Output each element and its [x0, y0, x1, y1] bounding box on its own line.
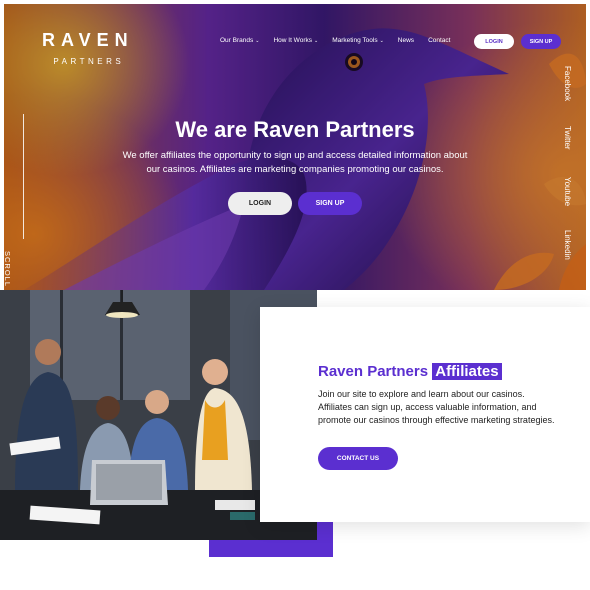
social-twitter-link[interactable]: Twitter: [563, 126, 572, 150]
affiliates-title: Raven Partners Affiliates: [318, 363, 502, 380]
chevron-down-icon: ⌄: [379, 37, 384, 44]
affiliates-title-main: Raven Partners: [318, 363, 429, 380]
nav-label: Contact: [428, 37, 451, 44]
nav-marketing-tools[interactable]: Marketing Tools ⌄: [332, 37, 384, 44]
chevron-down-icon: ⌄: [313, 37, 319, 44]
scroll-label[interactable]: SCROLL: [4, 251, 12, 290]
nav-label: Marketing Tools: [332, 37, 378, 44]
social-linkedin-link[interactable]: Linkedin: [563, 230, 572, 260]
nav-label: How It Works: [273, 37, 312, 44]
nav-how-it-works[interactable]: How It Works ⌄: [273, 37, 318, 44]
nav-our-brands[interactable]: Our Brands ⌄: [220, 37, 259, 44]
social-youtube-link[interactable]: Youtube: [563, 177, 572, 206]
main-nav: Our Brands ⌄ How It Works ⌄ Marketing To…: [220, 37, 450, 44]
hero-description: We offer affiliates the opportunity to s…: [122, 150, 468, 175]
nav-label: Our Brands: [220, 37, 254, 44]
hero-signup-button[interactable]: SIGN UP: [298, 192, 362, 215]
affiliates-title-highlight: Affiliates: [432, 363, 502, 380]
nav-news[interactable]: News: [398, 37, 414, 44]
scroll-indicator-line: [23, 114, 24, 239]
logo[interactable]: RAVEN PARTNERS: [42, 30, 134, 66]
logo-subtitle: PARTNERS: [53, 57, 125, 66]
affiliates-card: Raven Partners Affiliates Join our site …: [260, 307, 590, 522]
nav-login-button[interactable]: LOGIN: [474, 34, 514, 49]
nav-signup-button[interactable]: SIGN UP: [521, 34, 561, 49]
hero-login-button[interactable]: LOGIN: [228, 192, 292, 215]
social-facebook-link[interactable]: Facebook: [563, 66, 572, 101]
hero-title: We are Raven Partners: [175, 117, 415, 142]
chevron-down-icon: ⌄: [255, 37, 260, 44]
logo-wordmark: RAVEN: [42, 30, 134, 50]
nav-label: News: [397, 37, 415, 44]
nav-contact[interactable]: Contact: [428, 37, 450, 44]
affiliates-description: Join our site to explore and learn about…: [318, 389, 555, 425]
hero-section: RAVEN PARTNERS Our Brands ⌄ How It Works…: [4, 4, 586, 290]
page: RAVEN PARTNERS Our Brands ⌄ How It Works…: [0, 0, 590, 590]
contact-us-button[interactable]: CONTACT US: [318, 447, 398, 470]
